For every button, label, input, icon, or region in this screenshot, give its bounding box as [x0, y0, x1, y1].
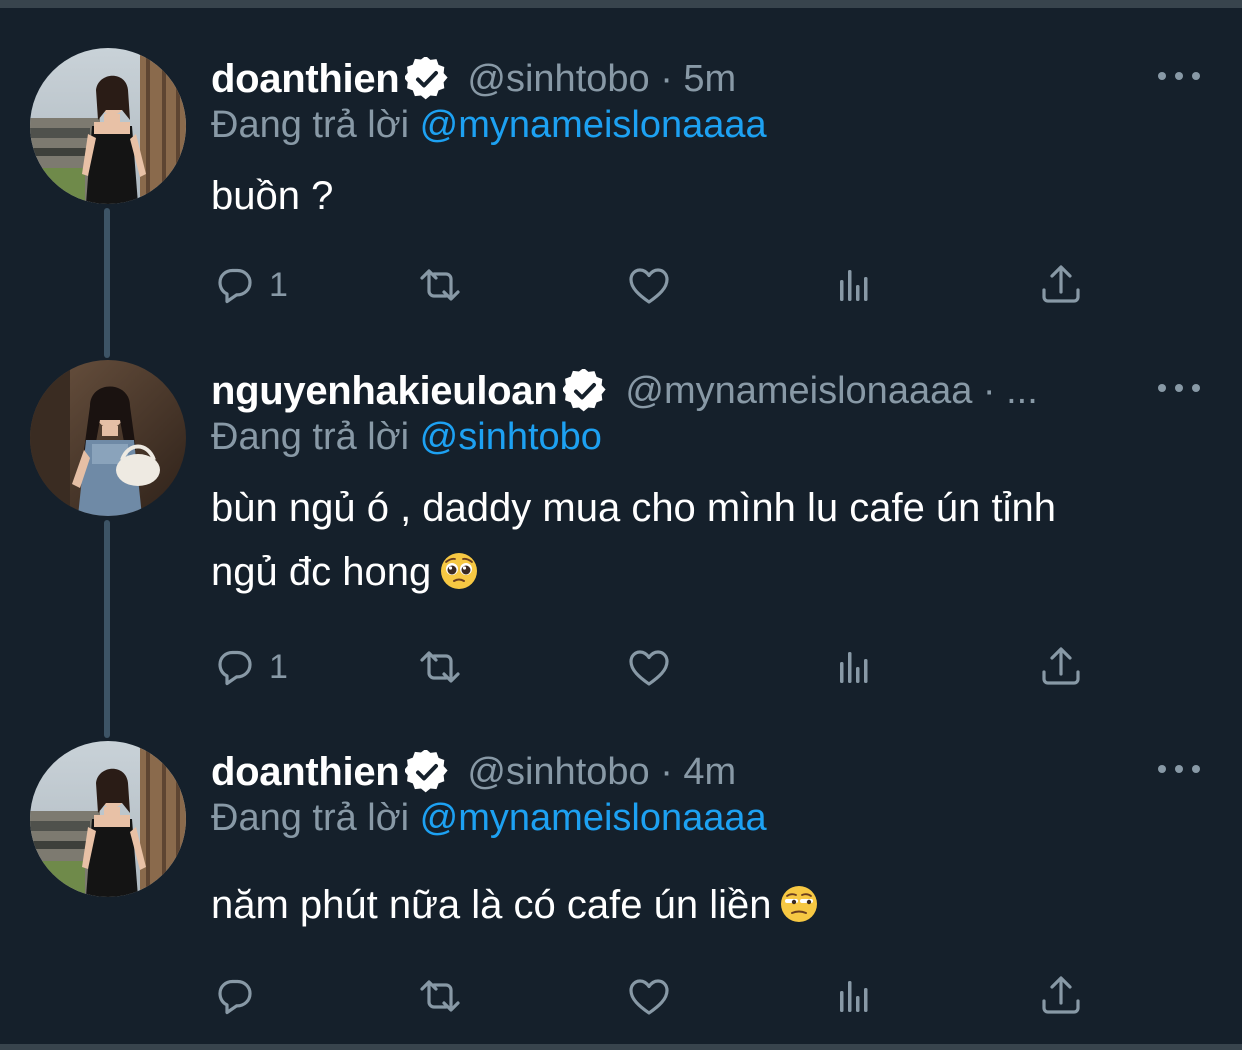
avatar-photo [30, 360, 186, 516]
replying-to: Đang trả lời @mynameislonaaaa [211, 797, 767, 840]
tweet[interactable]: doanthien @sinhtobo · 5m Đang trả lời @m… [0, 48, 1242, 338]
tweet-header: doanthien @sinhtobo · 4m [211, 747, 736, 797]
tweet-actions [211, 971, 1091, 1021]
tweet-text: năm phút nữa là có cafe ún liền [211, 873, 1191, 937]
retweet-button[interactable] [416, 260, 464, 310]
tweet-text-line-2: ngủ đc hong [211, 540, 1191, 604]
replying-to-label: Đang trả lời [211, 104, 420, 146]
like-button[interactable] [625, 260, 673, 310]
tweet-text-content: buồn ? [211, 174, 334, 218]
tweet-actions: 1 [211, 260, 1091, 310]
replying-to-label: Đang trả lời [211, 797, 420, 839]
replying-to: Đang trả lời @sinhtobo [211, 416, 602, 459]
handle-and-time[interactable]: @mynameislonaaaa · ... [625, 370, 1037, 413]
like-icon [629, 268, 669, 304]
display-name[interactable]: nguyenhakieuloan [211, 369, 558, 414]
avatar[interactable] [30, 741, 186, 897]
share-icon [1042, 647, 1080, 685]
tweet[interactable]: nguyenhakieuloan @mynameislonaaaa · ... … [0, 360, 1242, 720]
display-name[interactable]: doanthien [211, 750, 400, 795]
avatar-photo [30, 741, 186, 897]
reply-icon [218, 650, 252, 686]
reply-button[interactable]: 1 [211, 260, 288, 310]
share-button[interactable] [1037, 642, 1085, 692]
tweet-text-line: ngủ đc hong [211, 550, 432, 594]
verified-badge-icon [405, 57, 450, 101]
verified-badge-icon [563, 369, 608, 413]
reply-button[interactable]: 1 [211, 642, 288, 692]
share-button[interactable] [1037, 971, 1085, 1021]
more-options-icon[interactable] [1157, 66, 1201, 86]
mention-link[interactable]: @mynameislonaaaa [420, 797, 767, 839]
tweet-text-content: năm phút nữa là có cafe ún liền [211, 883, 772, 927]
reply-icon [218, 979, 252, 1015]
tweet[interactable]: doanthien @sinhtobo · 4m Đang trả lời @m… [0, 741, 1242, 1031]
tweet-actions: 1 [211, 642, 1091, 692]
analytics-button[interactable] [831, 260, 879, 310]
analytics-icon [840, 270, 868, 301]
like-icon [629, 650, 669, 686]
replying-to-label: Đang trả lời [211, 416, 420, 458]
reply-icon [218, 268, 252, 304]
retweet-icon [420, 980, 460, 1012]
like-button[interactable] [625, 642, 673, 692]
analytics-icon [840, 981, 868, 1012]
avatar[interactable] [30, 360, 186, 516]
tweet-text-line: bùn ngủ ó , daddy mua cho mình lu cafe ú… [211, 486, 1057, 530]
unamused-face-emoji [781, 886, 818, 922]
reply-count: 1 [269, 265, 288, 304]
tweet-header: nguyenhakieuloan @mynameislonaaaa · ... [211, 366, 1038, 416]
replying-to: Đang trả lời @mynameislonaaaa [211, 104, 767, 147]
tweet-text: bùn ngủ ó , daddy mua cho mình lu cafe ú… [211, 476, 1191, 604]
top-divider [0, 0, 1242, 8]
handle-and-time[interactable]: @sinhtobo · 5m [467, 58, 736, 101]
analytics-icon [840, 652, 868, 683]
analytics-button[interactable] [831, 642, 879, 692]
bottom-divider [0, 1044, 1242, 1050]
retweet-icon [420, 651, 460, 683]
more-options-icon[interactable] [1157, 759, 1201, 779]
mention-link[interactable]: @mynameislonaaaa [420, 104, 767, 146]
handle-and-time[interactable]: @sinhtobo · 4m [467, 751, 736, 794]
share-icon [1042, 265, 1080, 303]
share-icon [1042, 976, 1080, 1014]
reply-button[interactable] [211, 971, 269, 1021]
more-options-icon[interactable] [1157, 378, 1201, 398]
pleading-face-emoji [441, 553, 478, 589]
like-button[interactable] [625, 971, 673, 1021]
like-icon [629, 979, 669, 1015]
verified-badge-icon [405, 750, 450, 794]
tweet-text: buồn ? [211, 164, 1191, 228]
display-name[interactable]: doanthien [211, 57, 400, 102]
tweet-header: doanthien @sinhtobo · 5m [211, 54, 736, 104]
share-button[interactable] [1037, 260, 1085, 310]
retweet-button[interactable] [416, 642, 464, 692]
reply-count: 1 [269, 647, 288, 686]
retweet-button[interactable] [416, 971, 464, 1021]
retweet-icon [420, 269, 460, 301]
avatar-photo [30, 48, 186, 204]
mention-link[interactable]: @sinhtobo [420, 416, 602, 458]
analytics-button[interactable] [831, 971, 879, 1021]
avatar[interactable] [30, 48, 186, 204]
